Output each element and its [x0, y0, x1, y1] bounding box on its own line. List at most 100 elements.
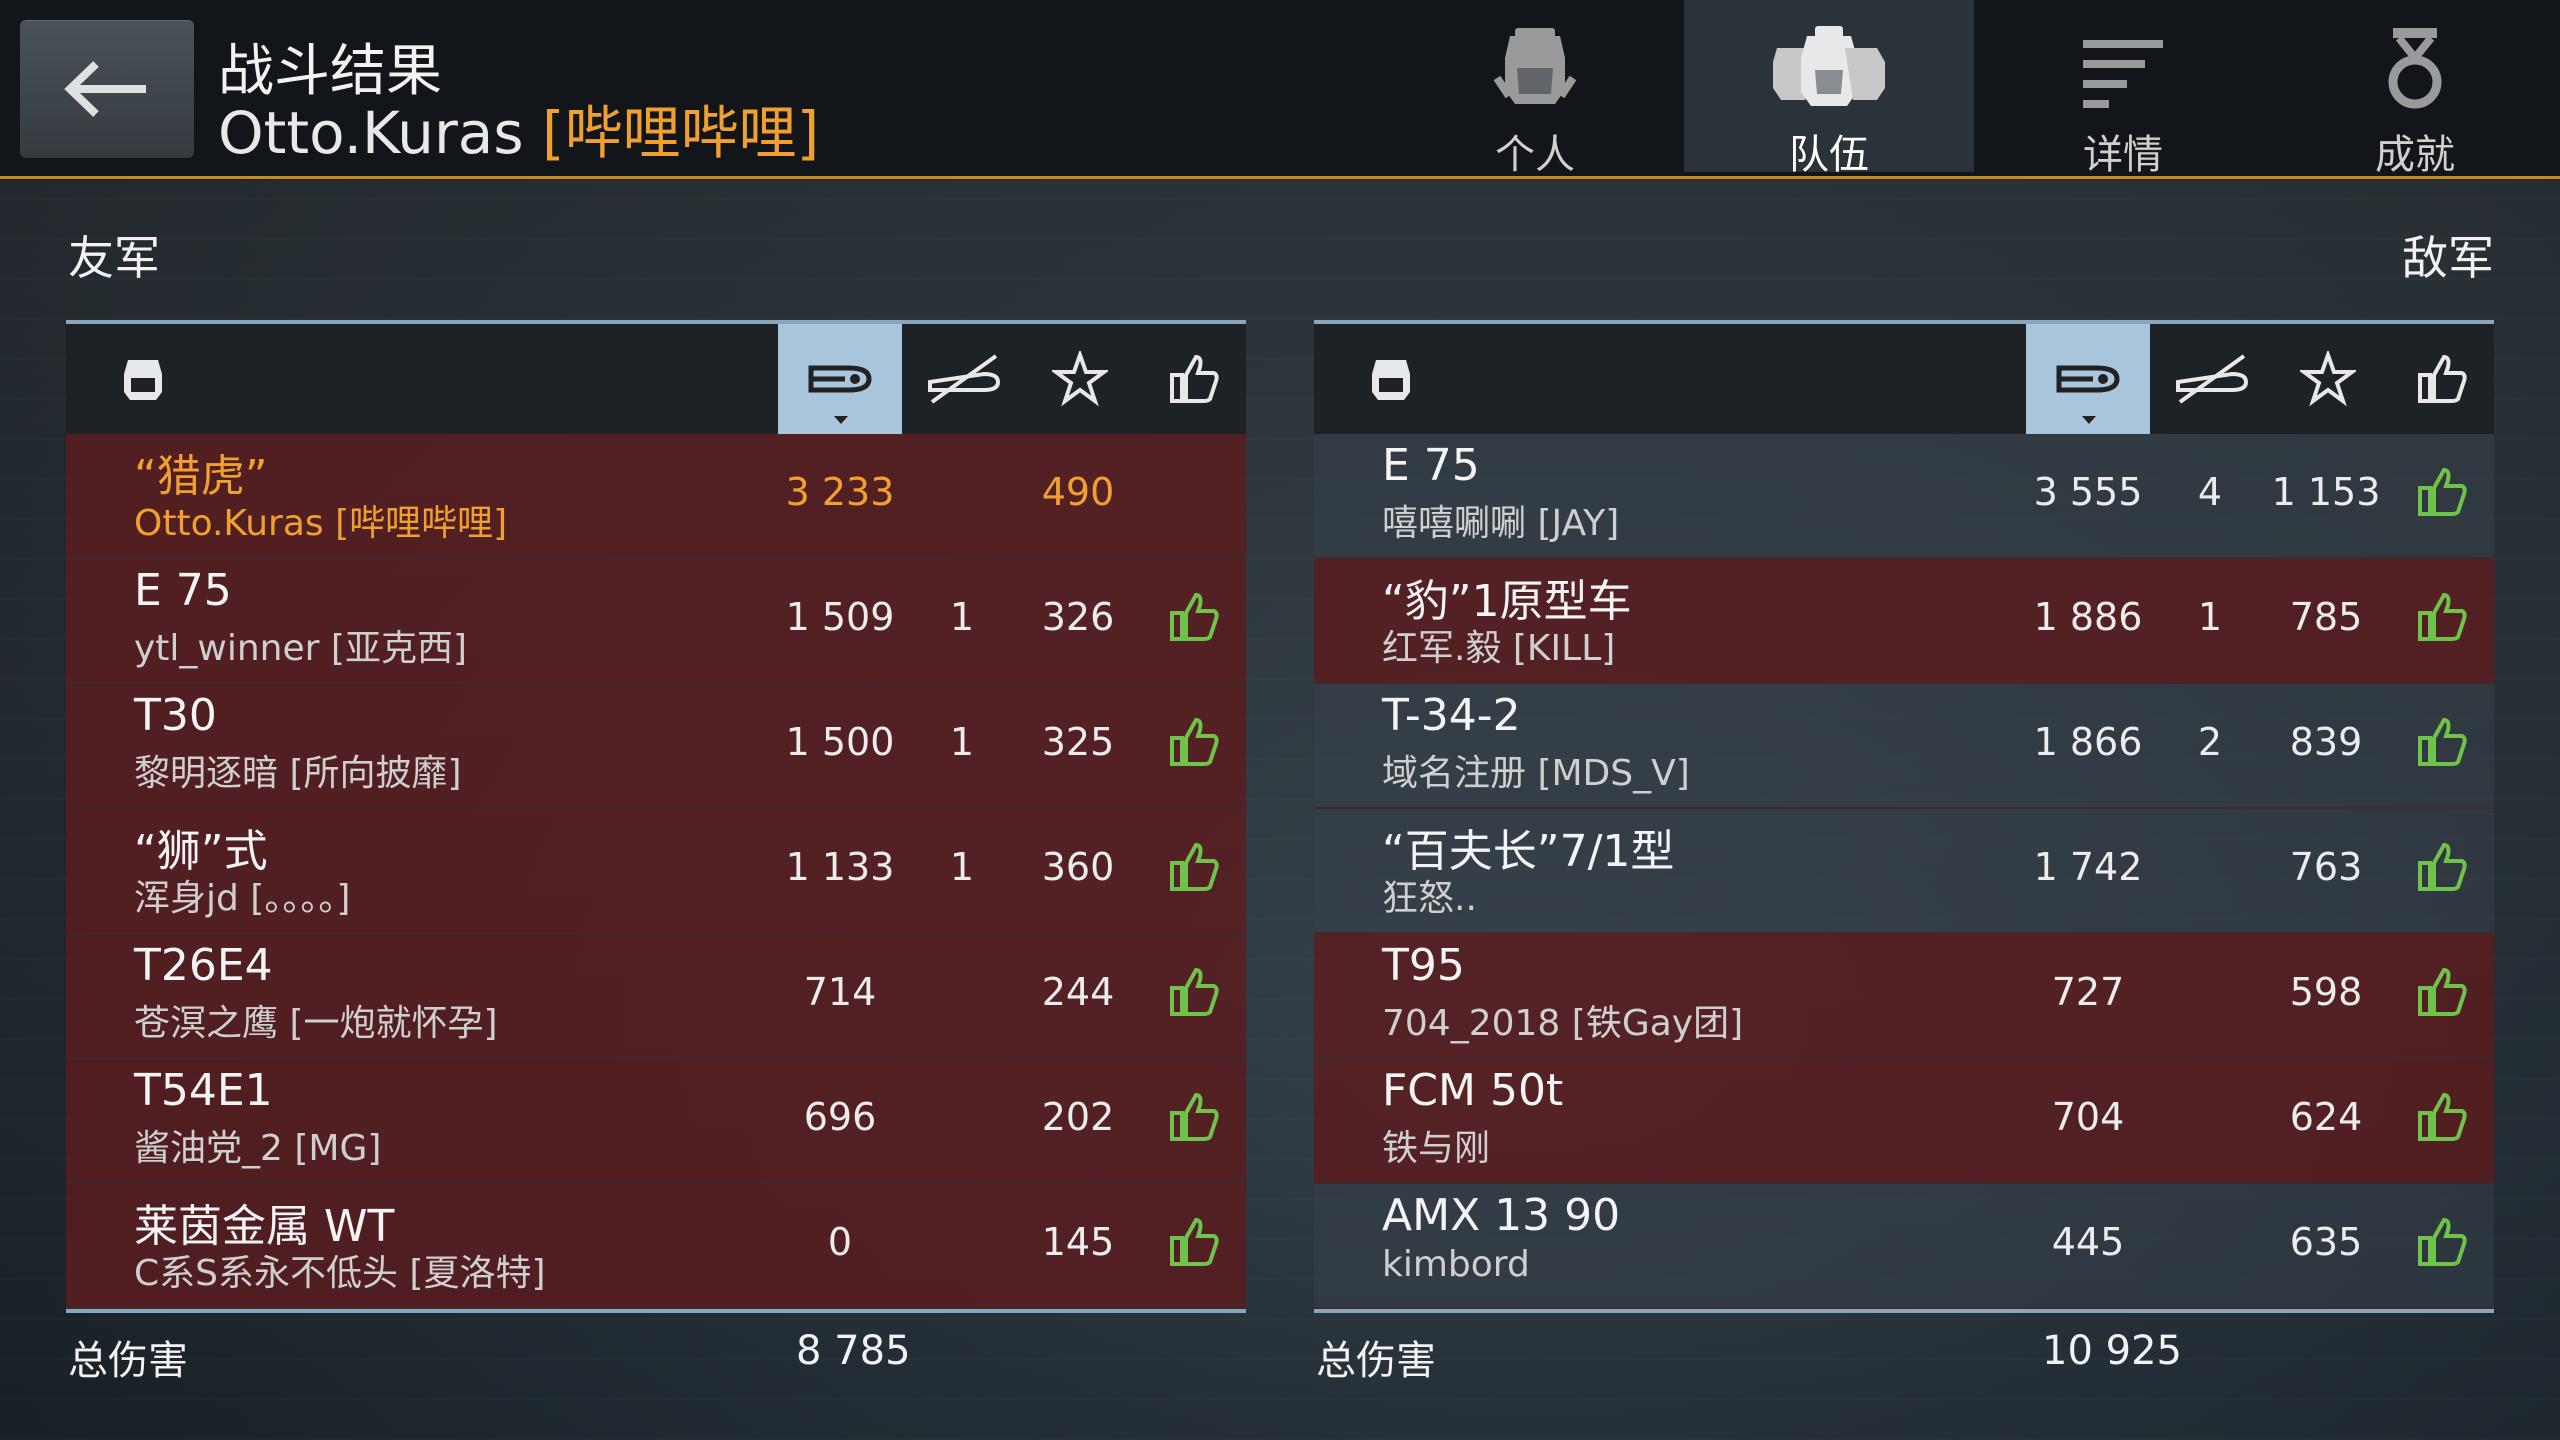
- top-bar: 战斗结果 Otto.Kuras [哔哩哔哩] 个人 队伍 详情 成就: [0, 0, 2560, 179]
- table-row[interactable]: “豹”1原型车 红军.毅 [KILL] 1 886 1 785: [1314, 559, 2494, 684]
- table-row[interactable]: T-34-2 域名注册 [MDS_V] 1 866 2 839: [1314, 684, 2494, 809]
- star-icon: [1052, 351, 1108, 407]
- table-header: [1314, 320, 2494, 434]
- damage-value: 3 555: [2033, 470, 2143, 514]
- details-list-icon: [2083, 40, 2163, 108]
- enemies-table: E 75 嘻嘻唰唰 [JAY] 3 555 4 1 153 “豹”1原型车 红军.毅 [KI…: [1314, 320, 2494, 1313]
- kills-value: 2: [2197, 720, 2223, 764]
- player-name: Otto.Kuras: [218, 99, 524, 167]
- table-header: [66, 320, 1246, 434]
- like-button[interactable]: [1166, 964, 1222, 1024]
- damage-shell-icon: [808, 365, 872, 393]
- like-button[interactable]: [1166, 1089, 1222, 1149]
- tab-label: 成就: [2375, 132, 2455, 178]
- player-name: 嘻嘻唰唰 [JAY]: [1382, 503, 1620, 544]
- thumbs-up-icon: [2418, 967, 2467, 1016]
- tab-label: 详情: [2083, 132, 2163, 178]
- like-button[interactable]: [1166, 589, 1222, 649]
- player-clan: [哔哩哔哩]: [542, 99, 820, 167]
- like-button[interactable]: [2414, 464, 2470, 524]
- like-button[interactable]: [2414, 1214, 2470, 1274]
- like-button[interactable]: [1166, 714, 1222, 774]
- damage-value: 696: [803, 1095, 877, 1139]
- thumbs-up-icon: [2418, 592, 2467, 641]
- tank-name: T26E4: [134, 940, 273, 991]
- thumbs-up-icon: [2418, 842, 2467, 891]
- sort-arrow-icon: [2082, 416, 2096, 424]
- damage-value: 0: [827, 1220, 853, 1264]
- sort-by-damage-button[interactable]: [2026, 324, 2150, 434]
- tab-team[interactable]: 队伍: [1684, 0, 1974, 178]
- table-row[interactable]: E 75 ytl_winner [亚克西] 1 509 1 326: [66, 559, 1246, 684]
- divider: [66, 1309, 1246, 1313]
- thumbs-up-icon: [2418, 1217, 2467, 1266]
- enemies-list: E 75 嘻嘻唰唰 [JAY] 3 555 4 1 153 “豹”1原型车 红军.毅 [KI…: [1314, 434, 2494, 1309]
- kills-value: 1: [949, 720, 975, 764]
- damage-value: 727: [2051, 970, 2125, 1014]
- like-button[interactable]: [2414, 839, 2470, 899]
- destroyed-tank-icon: [928, 354, 1001, 404]
- kills-value: 1: [2197, 595, 2223, 639]
- xp-value: 490: [1041, 470, 1115, 514]
- table-row[interactable]: T54E1 酱油党_2 [MG] 696 202: [66, 1059, 1246, 1184]
- sort-by-kills-button[interactable]: [2150, 324, 2274, 434]
- tank-crew-icon: [1493, 28, 1577, 104]
- table-row[interactable]: “猎虎” Otto.Kuras [哔哩哔哩] 3 233 490: [66, 434, 1246, 559]
- back-button[interactable]: [20, 20, 194, 158]
- tank-icon: [1346, 324, 1436, 434]
- sort-by-xp-button[interactable]: [1018, 324, 1142, 434]
- like-button[interactable]: [1166, 839, 1222, 899]
- damage-value: 1 509: [785, 595, 895, 639]
- like-button[interactable]: [2414, 714, 2470, 774]
- xp-value: 763: [2289, 845, 2363, 889]
- thumbs-up-icon: [2418, 467, 2467, 516]
- xp-value: 325: [1041, 720, 1115, 764]
- sort-by-damage-button[interactable]: [778, 324, 902, 434]
- thumbs-up-icon: [1170, 967, 1219, 1016]
- sort-by-likes-button[interactable]: [1132, 324, 1256, 434]
- xp-value: 360: [1041, 845, 1115, 889]
- like-button[interactable]: [2414, 1089, 2470, 1149]
- back-arrow-icon: [64, 61, 146, 117]
- tab-details[interactable]: 详情: [1978, 0, 2268, 178]
- sort-by-xp-button[interactable]: [2266, 324, 2390, 434]
- table-row[interactable]: “百夫长”7/1型 狂怒.. 1 742 763: [1314, 809, 2494, 934]
- table-row[interactable]: T95 704_2018 [铁Gay团] 727 598: [1314, 934, 2494, 1059]
- thumbs-up-icon: [1170, 717, 1219, 766]
- table-row[interactable]: E 75 嘻嘻唰唰 [JAY] 3 555 4 1 153: [1314, 434, 2494, 559]
- table-row[interactable]: “狮”式 浑身jd [。。。。] 1 133 1 360: [66, 809, 1246, 934]
- player-name: 酱油党_2 [MG]: [134, 1128, 382, 1169]
- xp-value: 785: [2289, 595, 2363, 639]
- player-name: 域名注册 [MDS_V]: [1382, 753, 1690, 794]
- player-name: 黎明逐暗 [所向披靡]: [134, 753, 462, 794]
- allies-title: 友军: [68, 231, 160, 285]
- like-button[interactable]: [1166, 1214, 1222, 1274]
- xp-value: 244: [1041, 970, 1115, 1014]
- player-name: Otto.Kuras [哔哩哔哩]: [134, 503, 508, 544]
- table-row[interactable]: AMX 13 90 kimbord 445 635: [1314, 1184, 2494, 1309]
- xp-value: 202: [1041, 1095, 1115, 1139]
- tab-personal[interactable]: 个人: [1390, 0, 1680, 178]
- table-row[interactable]: 莱茵金属 WT C系S系永不低头 [夏洛特] 0 145: [66, 1184, 1246, 1309]
- allies-table: “猎虎” Otto.Kuras [哔哩哔哩] 3 233 490 E 75 ytl_win…: [66, 320, 1246, 1313]
- sort-by-likes-button[interactable]: [2380, 324, 2504, 434]
- table-row[interactable]: FCM 50t 铁与刚 704 624: [1314, 1059, 2494, 1184]
- thumbs-up-icon: [2418, 354, 2467, 403]
- player-name: 狂怒..: [1382, 878, 1477, 919]
- player-name: 704_2018 [铁Gay团]: [1382, 1003, 1744, 1044]
- thumbs-up-icon: [1170, 1092, 1219, 1141]
- table-row[interactable]: T30 黎明逐暗 [所向披靡] 1 500 1 325: [66, 684, 1246, 809]
- tank-name: T95: [1382, 940, 1465, 991]
- player-name: 铁与刚: [1382, 1128, 1491, 1169]
- xp-value: 635: [2289, 1220, 2363, 1264]
- divider: [1314, 1309, 2494, 1313]
- like-button[interactable]: [2414, 964, 2470, 1024]
- damage-value: 445: [2051, 1220, 2125, 1264]
- tab-label: 队伍: [1789, 132, 1869, 178]
- table-row[interactable]: T26E4 苍溟之鹰 [一炮就怀孕] 714 244: [66, 934, 1246, 1059]
- like-button[interactable]: [2414, 589, 2470, 649]
- xp-value: 1 153: [2271, 470, 2381, 514]
- tab-label: 个人: [1495, 132, 1575, 178]
- tab-achievements[interactable]: 成就: [2270, 0, 2560, 178]
- sort-by-kills-button[interactable]: [902, 324, 1026, 434]
